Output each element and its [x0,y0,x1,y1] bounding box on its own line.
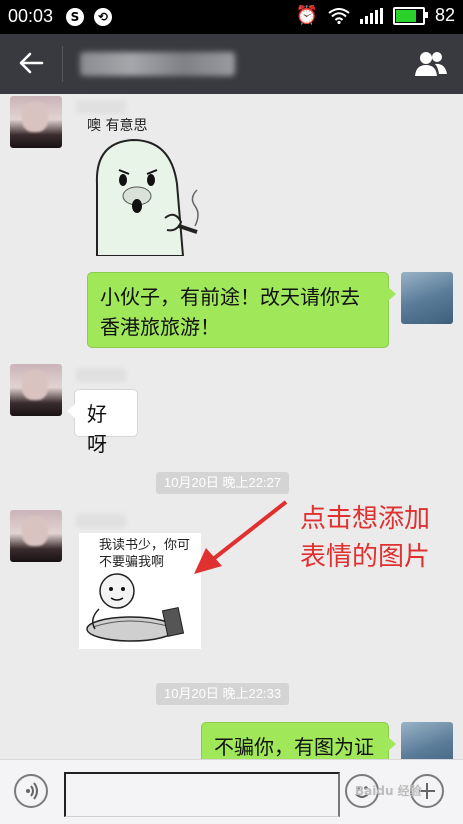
status-icons: ⏰ 82 [296,5,455,26]
my-avatar[interactable] [401,272,453,324]
voice-icon [26,782,38,800]
friend-avatar[interactable] [10,510,62,562]
annotation-text: 点击想添加 表情的图片 [300,500,430,576]
battery-percent: 82 [434,5,455,25]
sticker-message[interactable]: 噢 有意思 [85,114,215,257]
sent-message-bubble[interactable]: 小伙子，有前途！改天请你去 香港旅旅游！ [87,272,396,348]
message-text: 不骗你，有图为证 [214,735,374,759]
signal-icon [359,7,383,24]
status-bar: 00:03 S ⟲ ⏰ 82 [0,0,463,34]
friend-nickname [76,100,126,114]
timestamp: 10月20日 晚上22:33 [156,683,290,705]
baidu-watermark: Baidu 经验 [355,784,422,798]
chat-title-bar [0,34,463,94]
annotation-line: 点击想添加 [300,504,431,534]
friend-nickname [76,368,126,382]
group-members-icon [415,52,447,76]
message-text-line: 香港旅旅游！ [100,315,220,339]
sticker-message[interactable]: 我读书少，你可 不要骗我啊 [79,533,201,649]
seal-smoking-sticker [95,138,199,257]
battery-icon [392,6,428,25]
received-message-bubble[interactable]: 好呀 [67,389,138,456]
voice-button[interactable] [14,774,48,808]
friend-nickname [76,514,126,528]
sticker-caption-line: 我读书少，你可 [99,538,191,553]
chat-title [80,52,235,76]
annotation-line: 表情的图片 [300,542,431,572]
arrow-left-icon [19,52,44,74]
friend-avatar[interactable] [10,96,62,148]
status-time: 00:03 [8,6,54,26]
sticker-caption: 噢 有意思 [87,118,148,134]
message-text-line: 小伙子，有前途！改天请你去 [100,285,360,309]
app-notification-icon: S [66,8,84,26]
timestamp: 10月20日 晚上22:27 [156,472,290,494]
title-divider [62,46,63,82]
message-input[interactable] [64,772,340,817]
back-button[interactable] [16,48,50,80]
friend-avatar[interactable] [10,364,62,416]
bowl-face-sticker [86,573,185,642]
annotation-arrow [194,500,288,574]
group-members-button[interactable] [413,48,449,80]
alarm-icon: ⏰ [295,5,318,25]
message-text: 好呀 [87,402,107,456]
sync-notification-icon: ⟲ [94,8,112,26]
wifi-icon [328,7,350,24]
